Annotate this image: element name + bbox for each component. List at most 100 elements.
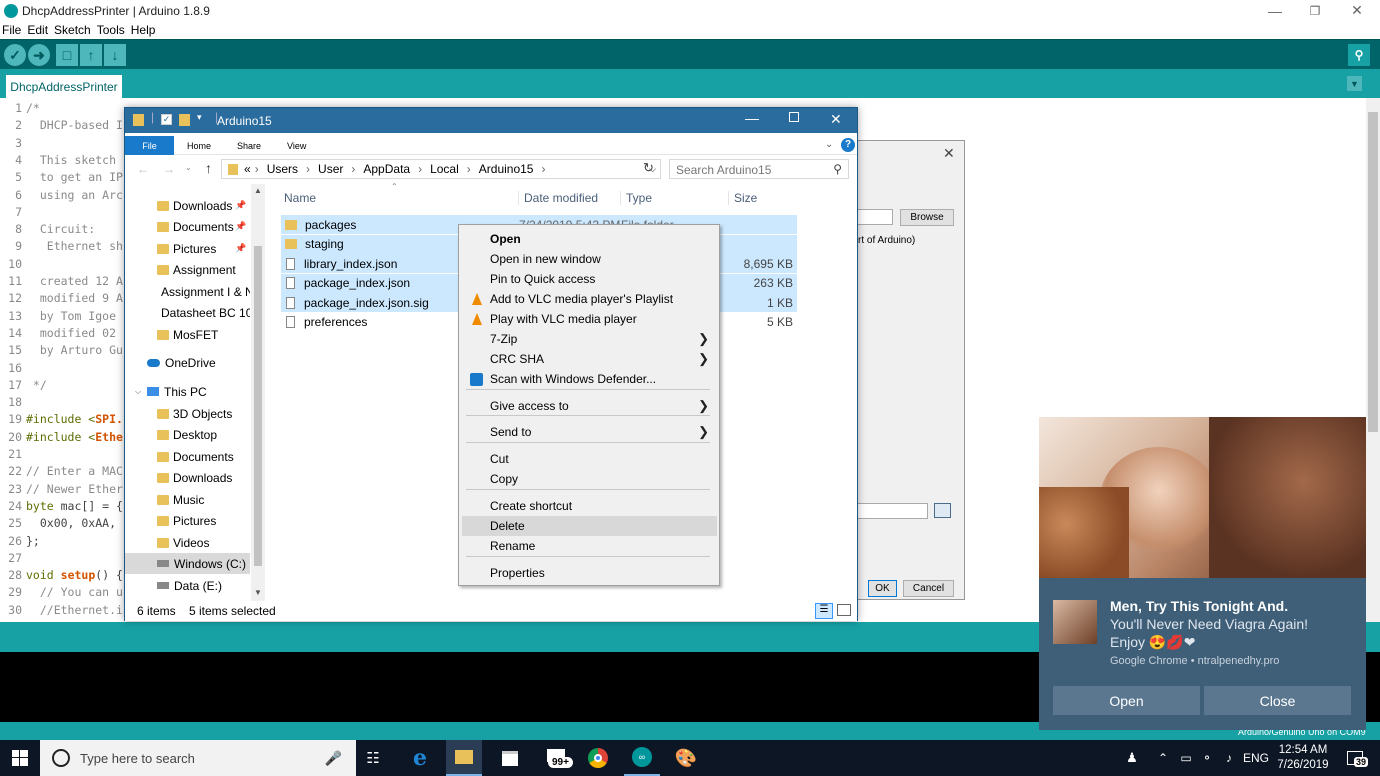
path-appdata[interactable]: AppData	[363, 162, 410, 176]
notification-close-button[interactable]: Close	[1204, 686, 1351, 715]
help-icon[interactable]: ?	[841, 138, 855, 152]
tab-home[interactable]: Home	[187, 141, 211, 151]
nav-item[interactable]: Datasheet BC 10	[125, 302, 250, 323]
store-icon[interactable]	[492, 740, 528, 776]
nav-item[interactable]: Assignment I & N	[125, 281, 250, 302]
code-line[interactable]: by Arturo Gu	[26, 343, 123, 357]
minimize-icon[interactable]: —	[745, 110, 759, 126]
code-line[interactable]: // Newer Ether	[26, 482, 123, 496]
code-line[interactable]: */	[26, 378, 47, 392]
serial-monitor-icon[interactable]: ⚲	[1348, 44, 1370, 66]
column-date[interactable]: Date modified	[518, 191, 598, 205]
edge-icon[interactable]: e	[402, 740, 438, 776]
recent-icon[interactable]: ⌄	[185, 163, 192, 172]
urls-field[interactable]	[858, 503, 928, 519]
dialog-close-icon[interactable]: ✕	[943, 145, 955, 162]
maximize-icon[interactable]: ❐	[1292, 0, 1338, 21]
nav-scroll-thumb[interactable]	[254, 246, 262, 566]
close-icon[interactable]: ✕	[1334, 0, 1380, 21]
task-view-icon[interactable]: ☷	[356, 740, 390, 776]
context-item-give-access-to[interactable]: Give access to ❯	[462, 396, 717, 416]
search-input[interactable]: Search Arduino15 ⚲	[669, 159, 849, 179]
code-line[interactable]: Circuit:	[26, 222, 95, 236]
nav-item[interactable]: Downloads	[125, 467, 250, 488]
volume-icon[interactable]: ♪	[1220, 740, 1238, 776]
nav-item[interactable]: Desktop	[125, 424, 250, 445]
path-users[interactable]: Users	[267, 162, 298, 176]
arduino-taskbar-icon[interactable]: ∞	[624, 740, 660, 776]
code-line[interactable]: created 12 A	[26, 274, 123, 288]
context-item-7-zip[interactable]: 7-Zip ❯	[462, 329, 717, 349]
battery-icon[interactable]: ▭	[1177, 740, 1195, 776]
editor-scrollbar[interactable]	[1366, 98, 1380, 622]
path-overflow[interactable]: «	[244, 162, 251, 176]
open-button[interactable]: ↑	[80, 44, 102, 66]
tab-file[interactable]: File	[125, 136, 174, 155]
up-icon[interactable]: ↑	[205, 160, 212, 176]
column-size[interactable]: Size	[728, 191, 757, 205]
details-view-icon[interactable]: ☰	[815, 603, 833, 619]
start-button[interactable]	[0, 740, 40, 776]
properties-icon[interactable]: ✓	[161, 114, 172, 125]
context-item-add-to-vlc-media-player-s-playlist[interactable]: Add to VLC media player's Playlist	[462, 289, 717, 309]
nav-item[interactable]: Data (E:)	[125, 575, 250, 596]
code-line[interactable]: 0x00, 0xAA,	[26, 516, 116, 530]
column-type[interactable]: Type	[620, 191, 652, 205]
column-name[interactable]: Name	[284, 191, 316, 205]
context-item-play-with-vlc-media-player[interactable]: Play with VLC media player	[462, 309, 717, 329]
notification-open-button[interactable]: Open	[1053, 686, 1200, 715]
context-item-copy[interactable]: Copy	[462, 469, 717, 489]
context-item-delete[interactable]: Delete	[462, 516, 717, 536]
nav-scrollbar[interactable]: ▲ ▼	[251, 184, 265, 601]
menu-file[interactable]: File	[2, 23, 21, 37]
code-line[interactable]: // You can u	[26, 585, 123, 599]
menu-edit[interactable]: Edit	[27, 23, 48, 37]
search-icon[interactable]: ⚲	[833, 162, 842, 176]
code-line[interactable]: by Tom Igoe	[26, 309, 116, 323]
nav-item[interactable]: Downloads 📌	[125, 195, 250, 216]
expand-ribbon-icon[interactable]: ⌄	[825, 139, 833, 150]
nav-item[interactable]: Pictures 📌	[125, 238, 250, 259]
nav-item[interactable]: Videos	[125, 532, 250, 553]
address-bar[interactable]: «› Users › User › AppData › Local › Arduino1…	[221, 159, 661, 179]
chrome-icon[interactable]	[580, 740, 616, 776]
code-line[interactable]: void setup() {	[26, 568, 123, 582]
context-item-send-to[interactable]: Send to ❯	[462, 422, 717, 442]
notification-hero-image[interactable]	[1039, 417, 1366, 579]
code-line[interactable]: //Ethernet.i	[26, 603, 123, 617]
code-line[interactable]: #include <SPI.	[26, 412, 123, 426]
microphone-icon[interactable]: 🎤	[325, 750, 342, 767]
context-item-pin-to-quick-access[interactable]: Pin to Quick access	[462, 269, 717, 289]
nav-item[interactable]: OneDrive	[125, 352, 250, 373]
action-center-icon[interactable]: 39	[1340, 740, 1370, 776]
scrollbar-thumb[interactable]	[1368, 112, 1378, 432]
tray-chevron-icon[interactable]: ⌃	[1156, 740, 1170, 776]
save-button[interactable]: ↓	[104, 44, 126, 66]
menu-sketch[interactable]: Sketch	[54, 23, 91, 37]
paint-icon[interactable]: 🎨	[668, 740, 704, 776]
expand-icon[interactable]: ⌵	[135, 387, 141, 397]
context-item-rename[interactable]: Rename	[462, 536, 717, 556]
code-line[interactable]: modified 02	[26, 326, 116, 340]
maximize-icon[interactable]	[789, 112, 799, 122]
forward-icon[interactable]: →	[163, 162, 175, 176]
code-line[interactable]: byte mac[] = {	[26, 499, 123, 513]
close-icon[interactable]: ✕	[830, 111, 842, 128]
browse-button[interactable]: Browse	[900, 209, 954, 226]
refresh-icon[interactable]: ↻	[643, 160, 654, 176]
context-item-create-shortcut[interactable]: Create shortcut	[462, 496, 717, 516]
file-explorer-taskbar-icon[interactable]	[446, 740, 482, 776]
nav-item[interactable]: MosFET	[125, 324, 250, 345]
clock[interactable]: 12:54 AM 7/26/2019	[1272, 740, 1334, 776]
context-item-open-in-new-window[interactable]: Open in new window	[462, 249, 717, 269]
code-line[interactable]: DHCP-based I	[26, 118, 123, 132]
menu-help[interactable]: Help	[131, 23, 156, 37]
qat-dropdown-icon[interactable]: ▾	[197, 112, 202, 123]
context-item-cut[interactable]: Cut	[462, 449, 717, 469]
path-local[interactable]: Local	[430, 162, 459, 176]
code-line[interactable]: modified 9 A	[26, 291, 123, 305]
people-icon[interactable]: ♟	[1122, 740, 1142, 776]
context-item-scan-with-windows-defender[interactable]: Scan with Windows Defender...	[462, 369, 717, 389]
verify-button[interactable]: ✓	[4, 44, 26, 66]
context-item-crc-sha[interactable]: CRC SHA ❯	[462, 349, 717, 369]
